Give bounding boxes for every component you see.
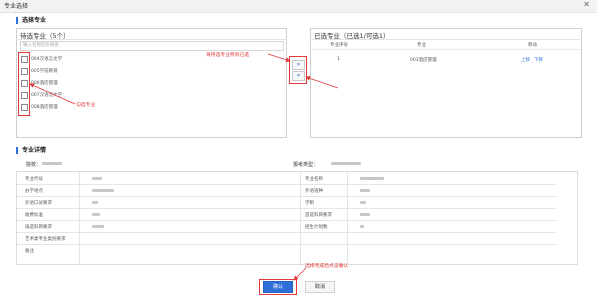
move-down-link[interactable]: 下移 <box>534 57 543 63</box>
search-input[interactable]: 输入名称回车搜索 <box>20 41 284 51</box>
move-left-button[interactable]: « <box>292 71 305 81</box>
major-label: 007汉语言文学 <box>31 93 63 98</box>
row-label: 专业名称 <box>305 177 323 182</box>
pending-divider <box>16 39 287 40</box>
row-label: 艺术类专业类别要求 <box>25 237 66 242</box>
table-row: 再选科目要求 招生计划数 <box>17 221 556 233</box>
detail-table: 专业代号 专业名称 办学地点 外语语种 外语口试要求 学制 收费标准 首选科目要… <box>16 171 578 265</box>
table-row: 艺术类专业类别要求 <box>17 233 556 245</box>
move-right-button[interactable]: » <box>292 60 305 70</box>
window-title: 专业选择 <box>4 3 29 10</box>
header-divider <box>311 49 581 50</box>
pending-majors-list: 004汉语言文学 005学前教育 006酒店管理 007汉语言文学 008酒店管… <box>21 53 171 113</box>
row-label: 收费标准 <box>25 213 43 218</box>
major-label: 008酒店管理 <box>31 105 58 110</box>
detail-section-title: 专业详情 <box>16 147 46 154</box>
table-row: 备注 <box>17 245 556 256</box>
row-label: 再选科目要求 <box>25 225 52 230</box>
select-section-title: 选择专业 <box>16 17 46 24</box>
col-header-major: 专业 <box>417 43 426 48</box>
table-row: 专业代号 专业名称 <box>17 173 556 185</box>
confirm-annotation: 选择完成后点击确认 <box>305 264 349 269</box>
school-label: 院校： <box>26 162 42 168</box>
list-item[interactable]: 006酒店管理 <box>21 77 171 89</box>
checkbox-highlight <box>18 52 30 116</box>
row-label: 办学地点 <box>25 189 43 194</box>
table-row: 收费标准 首选科目要求 <box>17 209 556 221</box>
list-item[interactable]: 005学前教育 <box>21 65 171 77</box>
row-label: 外语口试要求 <box>25 201 52 206</box>
selected-divider <box>310 39 582 40</box>
check-annotation: 勾选专业 <box>76 103 96 108</box>
cancel-button[interactable]: 取消 <box>305 281 335 293</box>
window-titlebar <box>0 0 597 13</box>
close-icon[interactable]: ✕ <box>583 0 590 9</box>
selected-majors-panel <box>310 28 582 138</box>
move-right-annotation: 将待选专业移到已选 <box>206 53 250 58</box>
exam-type-value-redacted <box>331 162 361 165</box>
exam-type-label: 报考类型： <box>293 162 319 168</box>
col-header-index: 专业序号 <box>330 43 348 48</box>
school-value-redacted <box>42 162 62 165</box>
list-item[interactable]: 008酒店管理 <box>21 101 171 113</box>
move-up-link[interactable]: 上移 <box>521 57 530 63</box>
major-label: 005学前教育 <box>31 69 58 74</box>
col-header-move: 移动 <box>528 43 537 48</box>
table-row: 外语口试要求 学制 <box>17 197 556 209</box>
list-item[interactable]: 004汉语言文学 <box>21 53 171 65</box>
row-label: 备注 <box>25 249 34 254</box>
row-label: 首选科目要求 <box>305 213 332 218</box>
row-label: 招生计划数 <box>305 225 328 230</box>
selected-row-name: 003酒店管理 <box>410 58 437 63</box>
list-item[interactable]: 007汉语言文学 <box>21 89 171 101</box>
row-label: 学制 <box>305 201 314 206</box>
major-label: 006酒店管理 <box>31 81 58 86</box>
row-label: 专业代号 <box>25 177 43 182</box>
table-row: 办学地点 外语语种 <box>17 185 556 197</box>
selected-row-index: 1 <box>337 57 340 62</box>
major-label: 004汉语言文学 <box>31 57 63 62</box>
row-label: 外语语种 <box>305 189 323 194</box>
confirm-button[interactable]: 确认 <box>263 281 293 293</box>
